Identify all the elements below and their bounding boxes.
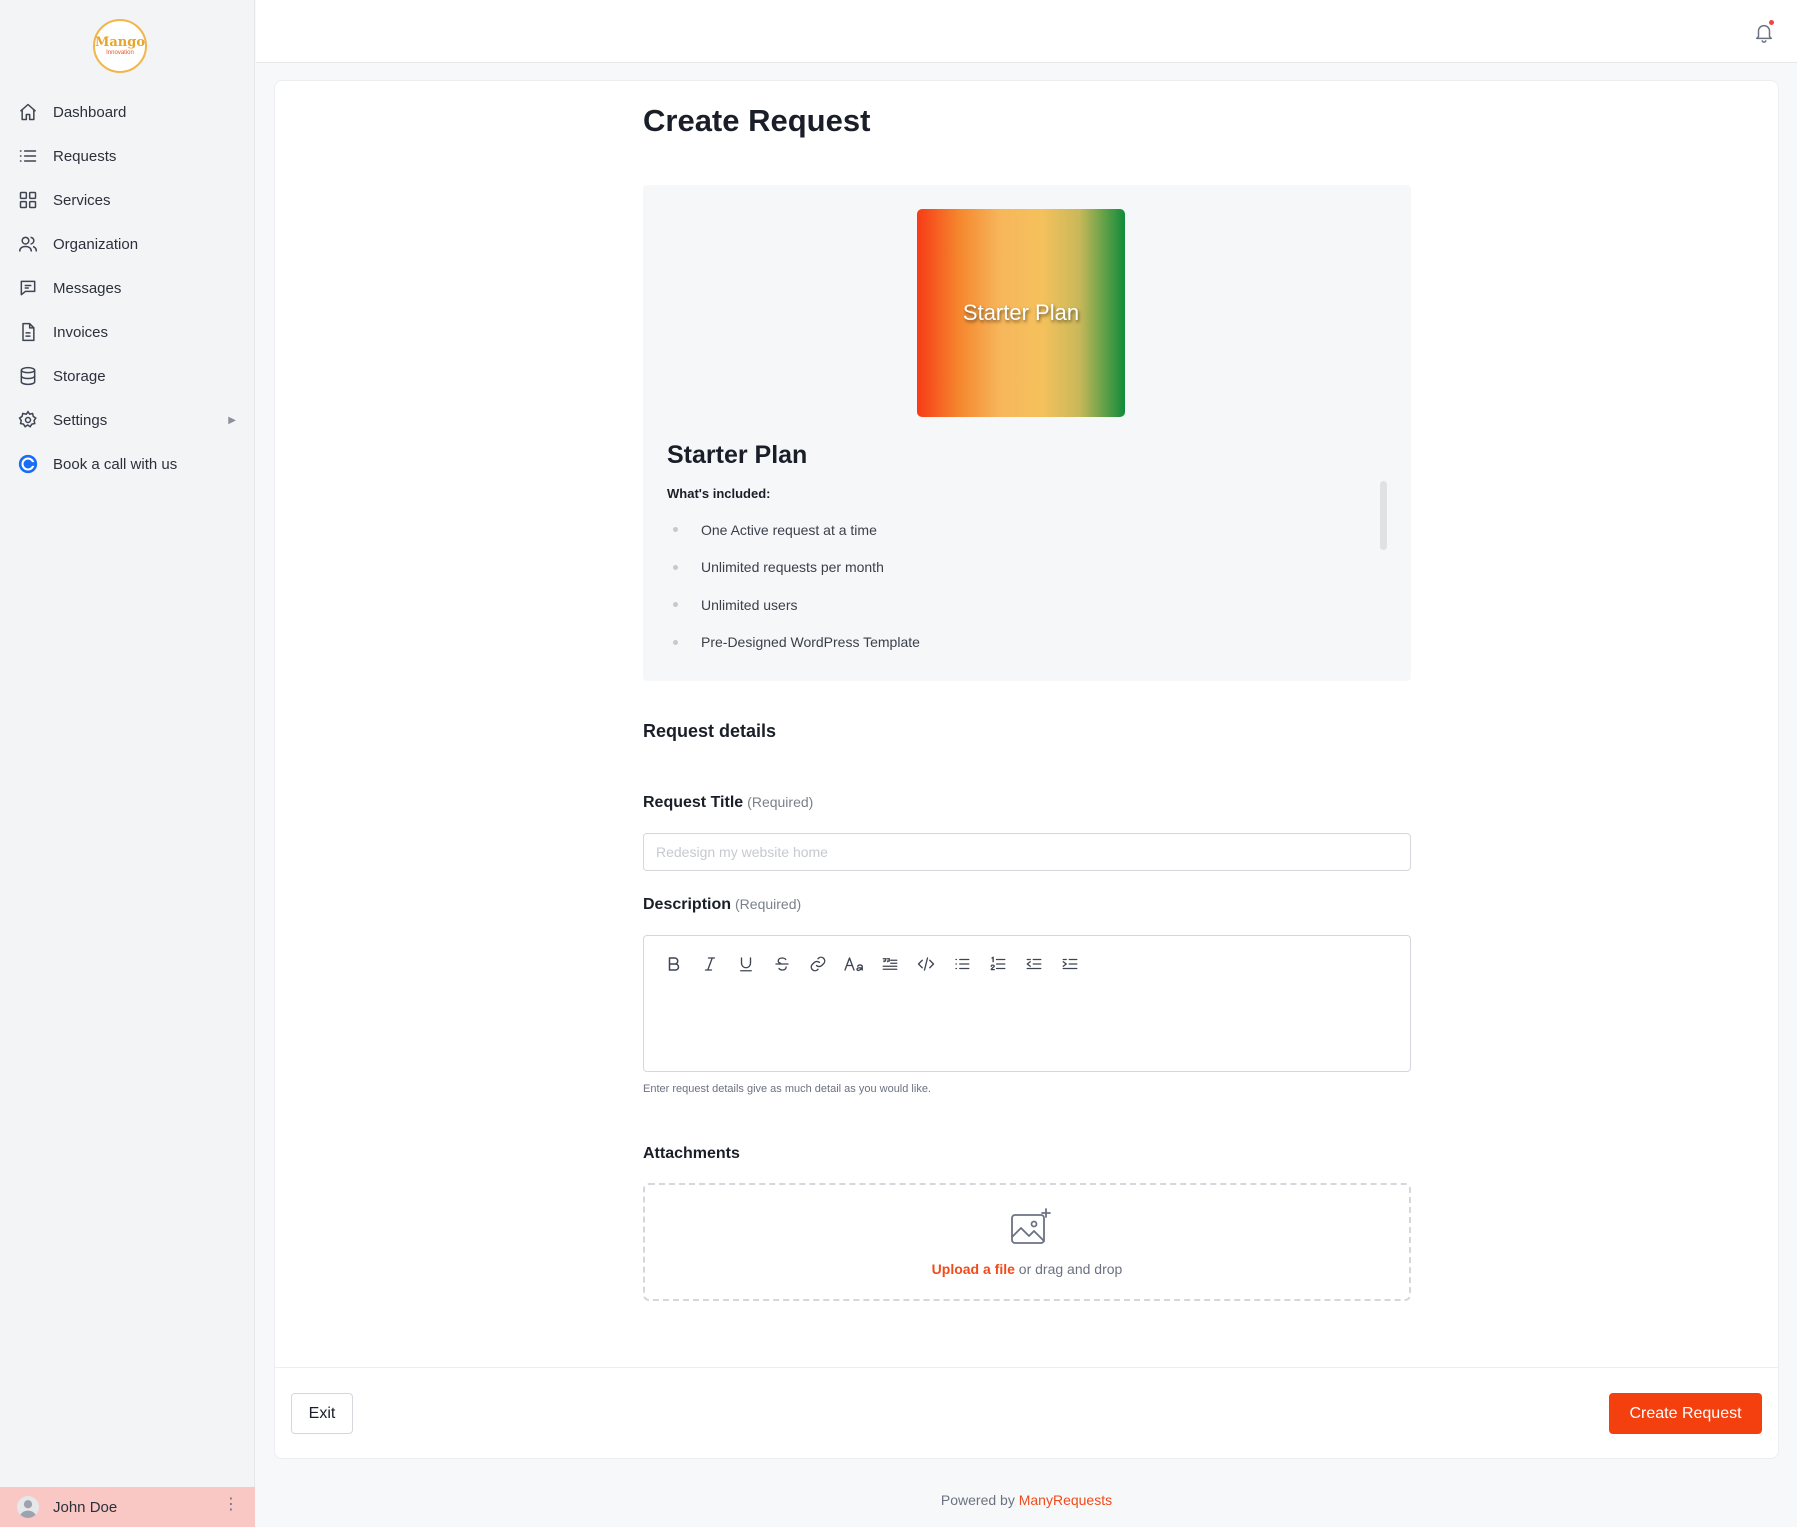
sidebar-item-requests[interactable]: Requests bbox=[0, 134, 255, 178]
upload-instructions: Upload a file or drag and drop bbox=[645, 1261, 1409, 1277]
description-helper-text: Enter request details give as much detai… bbox=[643, 1083, 931, 1095]
sidebar-item-label: Book a call with us bbox=[53, 455, 178, 473]
required-hint: (Required) bbox=[735, 896, 802, 912]
label-text: Request Title bbox=[643, 794, 744, 811]
plan-summary: Starter Plan Starter Plan What's include… bbox=[643, 185, 1411, 681]
logo-text: Mango bbox=[94, 35, 146, 50]
list-item: Pre-Designed WordPress Template bbox=[667, 624, 920, 662]
label-text: Description bbox=[643, 896, 732, 913]
sidebar-item-invoices[interactable]: Invoices bbox=[0, 310, 255, 354]
avatar bbox=[17, 1496, 39, 1518]
home-icon bbox=[17, 101, 39, 123]
calendly-icon bbox=[17, 453, 39, 475]
blockquote-icon[interactable] bbox=[872, 949, 908, 979]
description-editor[interactable] bbox=[643, 935, 1411, 1072]
font-size-icon[interactable] bbox=[836, 949, 872, 979]
upload-hint: or drag and drop bbox=[1014, 1261, 1123, 1277]
sidebar-item-label: Storage bbox=[53, 367, 106, 385]
outdent-icon[interactable] bbox=[1016, 949, 1052, 979]
brand-logo[interactable]: Mango Innovation bbox=[93, 19, 147, 73]
notification-dot bbox=[1769, 20, 1774, 25]
feature-text: One Active request at a time bbox=[701, 521, 877, 538]
database-icon bbox=[17, 365, 39, 387]
logo-subtext: Innovation bbox=[106, 50, 134, 56]
sidebar-item-services[interactable]: Services bbox=[0, 178, 255, 222]
sidebar-item-label: Services bbox=[53, 191, 111, 209]
bullet-list-icon[interactable] bbox=[944, 949, 980, 979]
plan-name: Starter Plan bbox=[667, 441, 808, 469]
notification-bell-icon[interactable] bbox=[1753, 20, 1777, 44]
sidebar-item-label: Dashboard bbox=[53, 103, 127, 121]
expand-caret-icon: ▶ bbox=[228, 414, 236, 426]
sidebar-item-label: Messages bbox=[53, 279, 122, 297]
attachments-heading: Attachments bbox=[643, 1145, 740, 1162]
indent-icon[interactable] bbox=[1052, 949, 1088, 979]
sidebar-item-label: Requests bbox=[53, 147, 117, 165]
sidebar-item-book-call[interactable]: Book a call with us bbox=[0, 442, 255, 486]
sidebar-item-label: Invoices bbox=[53, 323, 109, 341]
exit-button[interactable]: Exit bbox=[291, 1393, 353, 1434]
sidebar-item-label: Settings bbox=[53, 411, 108, 429]
list-item: Unlimited users bbox=[667, 586, 920, 624]
description-label: Description (Required) bbox=[643, 896, 801, 914]
page-title: Create Request bbox=[643, 103, 871, 138]
feature-list: One Active request at a time Unlimited r… bbox=[667, 511, 920, 661]
underline-icon[interactable] bbox=[728, 949, 764, 979]
sidebar-item-label: Organization bbox=[53, 235, 139, 253]
chat-icon bbox=[17, 277, 39, 299]
sidebar-item-messages[interactable]: Messages bbox=[0, 266, 255, 310]
plan-image: Starter Plan bbox=[917, 209, 1125, 417]
grid-icon bbox=[17, 189, 39, 211]
bullet-icon bbox=[673, 639, 678, 645]
users-icon bbox=[17, 233, 39, 255]
attachment-dropzone[interactable]: Upload a file or drag and drop bbox=[643, 1183, 1411, 1301]
powered-brand-link[interactable]: ManyRequests bbox=[1019, 1492, 1112, 1508]
list-item: Unlimited requests per month bbox=[667, 549, 920, 587]
required-hint: (Required) bbox=[747, 794, 814, 810]
sidebar-item-settings[interactable]: Settings ▶ bbox=[0, 398, 255, 442]
image-upload-icon bbox=[1010, 1207, 1052, 1247]
create-request-card: Create Request Starter Plan Starter Plan… bbox=[274, 80, 1779, 1459]
plan-image-text: Starter Plan bbox=[962, 300, 1080, 325]
request-title-input[interactable] bbox=[643, 833, 1411, 871]
included-heading: What's included: bbox=[667, 486, 771, 501]
user-menu[interactable]: John Doe ⋮ bbox=[0, 1487, 255, 1527]
feature-text: Pre-Designed WordPress Template bbox=[701, 634, 920, 651]
bold-icon[interactable] bbox=[656, 949, 692, 979]
code-icon[interactable] bbox=[908, 949, 944, 979]
scrollbar[interactable] bbox=[1380, 481, 1387, 550]
editor-toolbar bbox=[656, 949, 1088, 979]
list-icon bbox=[17, 145, 39, 167]
sidebar-item-storage[interactable]: Storage bbox=[0, 354, 255, 398]
link-icon[interactable] bbox=[800, 949, 836, 979]
sidebar-item-dashboard[interactable]: Dashboard bbox=[0, 90, 255, 134]
powered-prefix: Powered by bbox=[940, 1492, 1019, 1508]
card-footer: Exit Create Request bbox=[275, 1367, 1778, 1458]
upload-file-link[interactable]: Upload a file bbox=[932, 1261, 1015, 1277]
more-vertical-icon[interactable]: ⋮ bbox=[223, 1497, 239, 1513]
sidebar-item-organization[interactable]: Organization bbox=[0, 222, 255, 266]
gear-icon bbox=[17, 409, 39, 431]
list-item: One Active request at a time bbox=[667, 511, 920, 549]
feature-text: Unlimited requests per month bbox=[701, 559, 884, 576]
italic-icon[interactable] bbox=[692, 949, 728, 979]
powered-by: Powered by ManyRequests bbox=[256, 1492, 1797, 1508]
sidebar-nav: Dashboard Requests Services Organization… bbox=[0, 90, 255, 486]
document-icon bbox=[17, 321, 39, 343]
request-details-heading: Request details bbox=[643, 721, 777, 741]
numbered-list-icon[interactable] bbox=[980, 949, 1016, 979]
bullet-icon bbox=[673, 602, 678, 608]
request-title-label: Request Title (Required) bbox=[643, 794, 813, 812]
sidebar: Mango Innovation Dashboard Requests Serv… bbox=[0, 0, 255, 1527]
bullet-icon bbox=[673, 527, 678, 533]
user-name: John Doe bbox=[53, 1498, 118, 1516]
bullet-icon bbox=[673, 564, 678, 570]
feature-text: Unlimited users bbox=[701, 596, 798, 613]
create-request-button[interactable]: Create Request bbox=[1609, 1393, 1762, 1434]
strikethrough-icon[interactable] bbox=[764, 949, 800, 979]
top-bar bbox=[256, 0, 1797, 63]
